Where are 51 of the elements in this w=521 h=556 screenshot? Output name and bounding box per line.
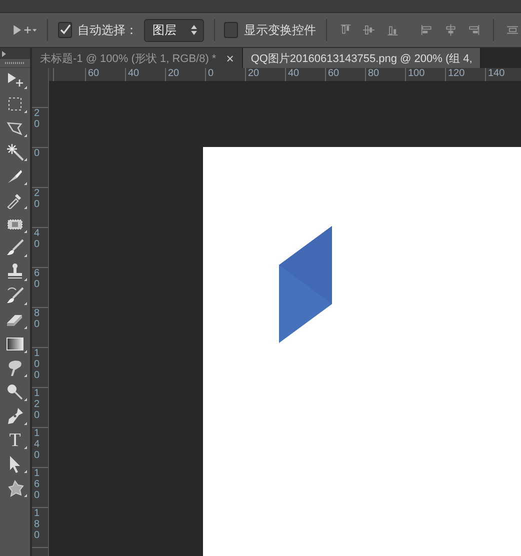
close-icon[interactable]: ×: [226, 50, 234, 66]
ruler-label: 0: [34, 148, 41, 159]
ruler-label: 100: [407, 68, 426, 81]
ruler-label: 160: [34, 468, 41, 501]
ruler-label: 80: [367, 68, 380, 81]
ruler-label: 80: [34, 308, 41, 330]
marquee-icon[interactable]: [6, 95, 24, 113]
align-left-icon[interactable]: [421, 23, 433, 37]
ruler-label: 140: [487, 68, 506, 81]
smudge-icon[interactable]: [6, 359, 24, 377]
auto-select-label: 自动选择：: [78, 22, 138, 38]
stepper-icon: [190, 25, 196, 35]
custom-shape-icon[interactable]: [6, 479, 24, 497]
ruler-label: 40: [34, 228, 41, 250]
document-tab[interactable]: 未标题-1 @ 100% (形状 1, RGB/8) * ×: [32, 48, 243, 68]
show-transform-label: 显示变换控件: [244, 22, 316, 38]
checkbox[interactable]: [224, 22, 238, 38]
brush-icon[interactable]: [6, 239, 24, 257]
layer-select[interactable]: 图层: [144, 18, 204, 42]
pen-icon[interactable]: [6, 407, 24, 425]
ruler-label: 20: [34, 108, 41, 130]
ruler-label: 60: [87, 68, 100, 81]
ruler-label: 60: [34, 268, 41, 290]
ruler-label: 20: [167, 68, 180, 81]
eyedropper-icon[interactable]: [6, 191, 24, 209]
checkbox[interactable]: [58, 22, 72, 38]
move-tool-icon[interactable]: [12, 23, 37, 37]
ruler-label: 140: [34, 428, 41, 461]
ruler-label: 180: [34, 508, 41, 541]
ruler-label: 60: [327, 68, 340, 81]
gradient-icon[interactable]: [6, 335, 24, 353]
ruler-label: 120: [447, 68, 466, 81]
history-brush-icon[interactable]: [6, 287, 24, 305]
ruler-label: 40: [287, 68, 300, 81]
dodge-icon[interactable]: [6, 383, 24, 401]
type-tool-icon[interactable]: T: [9, 430, 21, 450]
grip-handle[interactable]: [5, 62, 25, 64]
align-center-icon[interactable]: [444, 23, 456, 37]
magic-wand-icon[interactable]: [6, 143, 24, 161]
collapse-icon[interactable]: [2, 50, 6, 56]
align-middle-icon[interactable]: [363, 23, 375, 37]
move-tool-icon[interactable]: [6, 71, 24, 89]
stamp-icon[interactable]: [6, 263, 24, 281]
ruler-label: 20: [34, 188, 41, 210]
ruler-label: 120: [34, 388, 41, 421]
ruler-label: 20: [247, 68, 260, 81]
ruler-label: 40: [127, 68, 140, 81]
ruler-label: 0: [207, 68, 215, 81]
ruler-label: 100: [34, 348, 41, 381]
document-tab[interactable]: QQ图片20160613143755.png @ 200% (组 4,: [242, 48, 482, 68]
align-right-icon[interactable]: [468, 23, 480, 37]
